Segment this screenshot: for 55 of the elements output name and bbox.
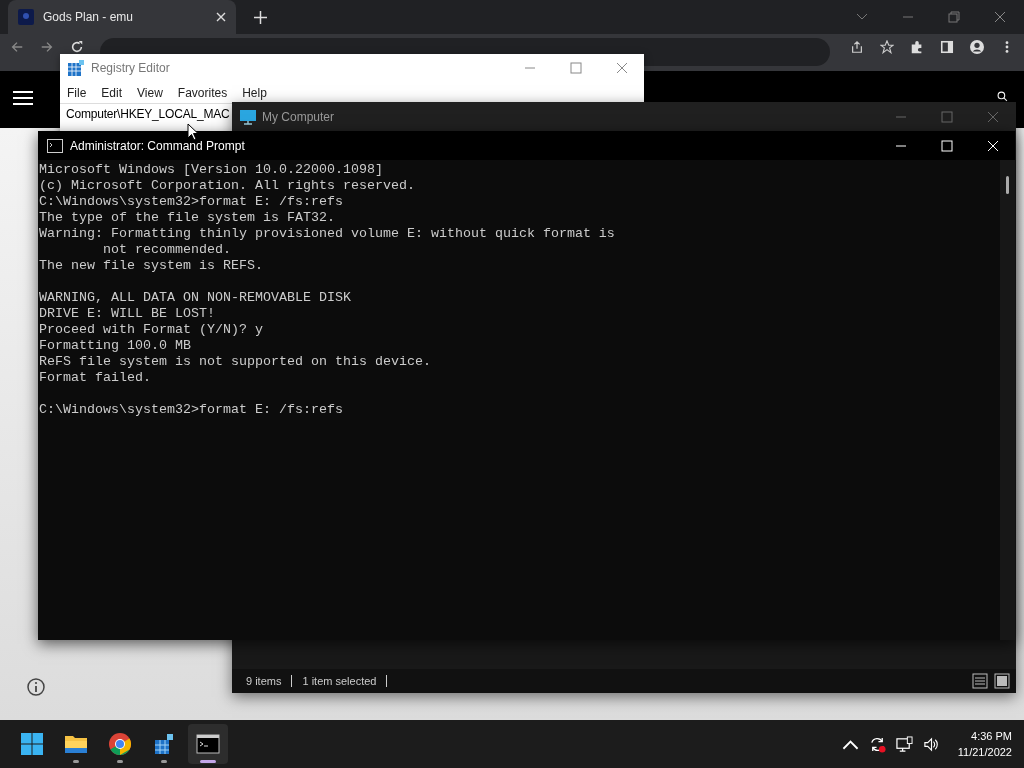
new-tab-icon[interactable] bbox=[254, 10, 267, 24]
share-icon[interactable] bbox=[850, 40, 864, 54]
terminal-icon bbox=[196, 732, 220, 756]
console-line: DRIVE E: WILL BE LOST! bbox=[39, 306, 216, 322]
side-panel-icon[interactable] bbox=[940, 40, 954, 54]
windows-logo-icon bbox=[20, 732, 44, 756]
star-icon[interactable] bbox=[880, 40, 894, 54]
menu-item[interactable]: File bbox=[67, 85, 87, 100]
window-title: My Computer bbox=[262, 109, 335, 124]
window-title: Administrator: Command Prompt bbox=[70, 138, 245, 153]
chrome-logo-icon bbox=[108, 732, 132, 756]
console-line: Proceed with Format (Y/N)? y bbox=[39, 322, 264, 338]
console-line: WARNING, ALL DATA ON NON-REMOVABLE DISK bbox=[39, 290, 352, 306]
menu-item[interactable]: Help bbox=[242, 85, 267, 100]
console-line: C:\Windows\system32>format E: /fs:refs bbox=[39, 194, 344, 210]
console-line: (c) Microsoft Corporation. All rights reserved. bbox=[39, 178, 416, 194]
info-icon[interactable] bbox=[26, 677, 46, 697]
details-view-icon[interactable] bbox=[972, 673, 988, 689]
clock[interactable]: 4:36 PM 11/21/2022 bbox=[957, 728, 1012, 760]
restore-icon[interactable] bbox=[948, 11, 960, 23]
favicon-icon bbox=[18, 9, 34, 25]
tiles-view-icon[interactable] bbox=[994, 673, 1010, 689]
menu-item[interactable]: Edit bbox=[101, 85, 123, 100]
window-title: Registry Editor bbox=[91, 61, 170, 75]
console-line: C:\Windows\system32>format E: /fs:refs bbox=[39, 402, 344, 418]
console-line: The new file system is REFS. bbox=[39, 258, 264, 274]
profile-icon[interactable] bbox=[970, 40, 984, 54]
scrollbar[interactable] bbox=[1000, 160, 1015, 640]
console-line: Warning: Formatting thinly provisioned volume E: without quick format is bbox=[39, 226, 616, 242]
network-icon[interactable] bbox=[895, 735, 913, 753]
volume-icon[interactable] bbox=[922, 735, 940, 753]
grid-icon bbox=[152, 732, 176, 756]
tab-title: Gods Plan - emu bbox=[43, 10, 135, 24]
console-line: Format failed. bbox=[39, 370, 152, 386]
menu-item[interactable]: View bbox=[137, 85, 163, 100]
console-line: The type of the file system is FAT32. bbox=[39, 210, 336, 226]
monitor-icon bbox=[240, 108, 256, 125]
console-line: ReFS file system is not supported on this device. bbox=[39, 354, 432, 370]
status-text: 1 item selected bbox=[302, 675, 377, 687]
reload-icon[interactable] bbox=[70, 40, 84, 54]
forward-icon[interactable] bbox=[40, 40, 54, 54]
console-line: Microsoft Windows [Version 10.0.22000.1098] bbox=[39, 162, 384, 178]
sync-icon[interactable] bbox=[868, 735, 886, 753]
menu-icon[interactable] bbox=[13, 91, 33, 105]
status-text: 9 items bbox=[246, 675, 282, 687]
terminal-icon bbox=[47, 138, 63, 153]
menu-item[interactable]: Favorites bbox=[177, 85, 228, 100]
terminal-taskbar-button[interactable] bbox=[188, 724, 228, 764]
registry-icon bbox=[68, 60, 84, 76]
console-line: Formatting 100.0 MB bbox=[39, 338, 192, 354]
puzzle-icon[interactable] bbox=[910, 40, 924, 54]
back-icon[interactable] bbox=[10, 40, 24, 54]
console-line: not recommended. bbox=[102, 242, 232, 258]
browser-tab[interactable]: Gods Plan - emu bbox=[8, 0, 236, 34]
search-icon[interactable] bbox=[997, 91, 1008, 102]
